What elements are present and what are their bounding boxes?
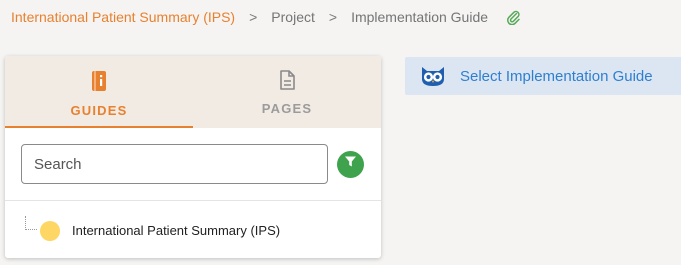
breadcrumb-implementation-guide: Implementation Guide (351, 9, 489, 25)
guides-panel: GUIDES PAGES Search International Patien… (5, 56, 381, 258)
tab-guides[interactable]: GUIDES (5, 56, 193, 128)
breadcrumb: International Patient Summary (IPS) > Pr… (11, 9, 520, 25)
breadcrumb-project[interactable]: Project (271, 9, 315, 25)
breadcrumb-separator: > (328, 9, 338, 25)
document-icon (279, 70, 295, 95)
owl-icon (420, 65, 446, 87)
tab-guides-label: GUIDES (70, 103, 128, 118)
tab-pages-label: PAGES (261, 101, 313, 116)
panel-tabs: GUIDES PAGES (5, 56, 381, 128)
tab-pages[interactable]: PAGES (193, 56, 381, 128)
breadcrumb-separator: > (249, 9, 258, 25)
divider (5, 200, 381, 201)
search-row (5, 128, 381, 184)
select-implementation-guide-banner: Select Implementation Guide (405, 57, 681, 95)
tree-item-label: International Patient Summary (IPS) (72, 223, 281, 238)
tree-connector (25, 216, 37, 230)
select-implementation-guide-text: Select Implementation Guide (460, 67, 653, 85)
search-input[interactable] (21, 144, 328, 184)
status-dot (40, 221, 60, 241)
filter-icon (344, 155, 357, 173)
tree-item[interactable]: International Patient Summary (IPS) (5, 212, 381, 248)
breadcrumb-ips[interactable]: International Patient Summary (IPS) (11, 9, 235, 25)
filter-button[interactable] (337, 150, 364, 178)
active-tab-indicator (5, 126, 193, 128)
paperclip-icon[interactable] (506, 9, 520, 25)
guide-book-icon (90, 70, 108, 97)
